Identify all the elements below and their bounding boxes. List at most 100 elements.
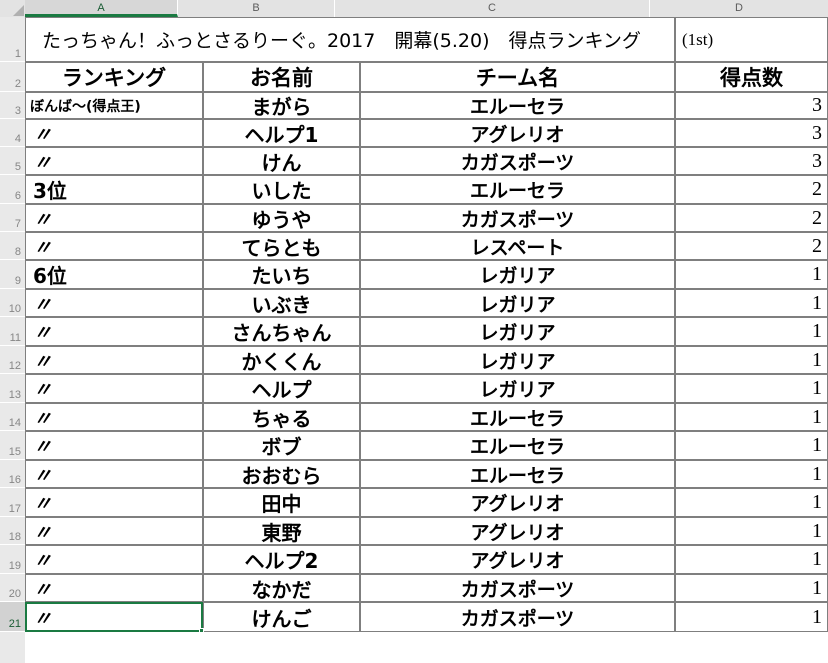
row-header-5[interactable]: 5 — [0, 147, 25, 175]
table-row[interactable]: 2 — [675, 175, 828, 204]
table-row[interactable]: 1 — [675, 289, 828, 317]
table-row[interactable]: 1 — [675, 574, 828, 602]
column-header-b[interactable]: B — [178, 0, 335, 17]
table-row[interactable]: ヘルプ — [203, 374, 360, 403]
table-row[interactable]: 2 — [675, 204, 828, 232]
table-row[interactable]: 3 — [675, 119, 828, 147]
table-row[interactable]: レガリア — [360, 289, 675, 317]
table-row[interactable]: カガスポーツ — [360, 147, 675, 175]
fill-handle[interactable] — [199, 628, 204, 633]
table-row[interactable]: 田中 — [203, 488, 360, 517]
table-row[interactable]: 1 — [675, 260, 828, 289]
table-row[interactable]: レガリア — [360, 260, 675, 289]
row-header-8[interactable]: 8 — [0, 232, 25, 260]
row-header-13[interactable]: 13 — [0, 374, 25, 403]
table-row[interactable]: ぼんば～(得点王) — [25, 92, 203, 119]
table-row[interactable]: 3位 — [25, 175, 203, 204]
spreadsheet-canvas[interactable]: A B C D 1 2 3 4 5 6 7 8 9 10 11 12 13 14… — [0, 0, 828, 663]
table-row[interactable]: カガスポーツ — [360, 602, 675, 632]
table-row[interactable]: 1 — [675, 545, 828, 574]
column-header-c[interactable]: C — [335, 0, 650, 17]
table-row[interactable]: 1 — [675, 346, 828, 374]
table-row[interactable]: 1 — [675, 602, 828, 632]
table-row[interactable]: エルーセラ — [360, 460, 675, 488]
table-row[interactable]: 〃 — [25, 545, 203, 574]
table-row[interactable]: 1 — [675, 517, 828, 545]
table-row[interactable]: 〃 — [25, 317, 203, 346]
row-header-4[interactable]: 4 — [0, 119, 25, 147]
row-header-21[interactable]: 21 — [0, 602, 25, 632]
row-header-18[interactable]: 18 — [0, 517, 25, 545]
row-header-19[interactable]: 19 — [0, 545, 25, 574]
table-row[interactable]: ヘルプ2 — [203, 545, 360, 574]
table-row[interactable]: アグレリオ — [360, 488, 675, 517]
title-note-cell[interactable]: (1st) — [675, 17, 828, 62]
row-header-12[interactable]: 12 — [0, 346, 25, 374]
table-row[interactable]: エルーセラ — [360, 403, 675, 431]
row-header-16[interactable]: 16 — [0, 460, 25, 488]
table-row[interactable]: いした — [203, 175, 360, 204]
table-row[interactable]: カガスポーツ — [360, 574, 675, 602]
table-row[interactable]: たいち — [203, 260, 360, 289]
table-row[interactable]: いぶき — [203, 289, 360, 317]
table-row[interactable]: エルーセラ — [360, 175, 675, 204]
table-row[interactable]: 6位 — [25, 260, 203, 289]
table-row[interactable]: レスペート — [360, 232, 675, 260]
column-header-a[interactable]: A — [25, 0, 178, 17]
row-header-9[interactable]: 9 — [0, 260, 25, 289]
table-row[interactable]: 〃 — [25, 403, 203, 431]
title-cell[interactable]: たっちゃん！ふっとさるりーぐ。2017 開幕(5.20) 得点ランキング — [25, 17, 675, 62]
row-header-14[interactable]: 14 — [0, 403, 25, 431]
table-row[interactable]: なかだ — [203, 574, 360, 602]
table-row[interactable]: 〃 — [25, 119, 203, 147]
table-row[interactable]: 〃 — [25, 289, 203, 317]
row-header-20[interactable]: 20 — [0, 574, 25, 602]
table-row[interactable]: けん — [203, 147, 360, 175]
table-row[interactable]: 〃 — [25, 374, 203, 403]
row-header-17[interactable]: 17 — [0, 488, 25, 517]
table-row[interactable]: エルーセラ — [360, 92, 675, 119]
table-row[interactable]: 〃 — [25, 232, 203, 260]
table-row[interactable]: 〃 — [25, 346, 203, 374]
table-row[interactable]: 〃 — [25, 204, 203, 232]
table-row[interactable]: さんちゃん — [203, 317, 360, 346]
table-row[interactable]: レガリア — [360, 374, 675, 403]
table-row[interactable]: エルーセラ — [360, 431, 675, 460]
table-row[interactable]: 〃 — [25, 574, 203, 602]
table-row[interactable]: おおむら — [203, 460, 360, 488]
table-row[interactable]: 〃 — [25, 602, 203, 632]
row-header-1[interactable]: 1 — [0, 17, 25, 62]
table-row[interactable]: かくくん — [203, 346, 360, 374]
table-row[interactable]: けんご — [203, 602, 360, 632]
row-header-11[interactable]: 11 — [0, 317, 25, 346]
table-row[interactable]: ちゃる — [203, 403, 360, 431]
table-row[interactable]: レガリア — [360, 317, 675, 346]
table-row[interactable]: 〃 — [25, 460, 203, 488]
table-row[interactable]: てらとも — [203, 232, 360, 260]
select-all-corner[interactable] — [0, 0, 25, 17]
table-row[interactable]: 〃 — [25, 488, 203, 517]
table-row[interactable]: まがら — [203, 92, 360, 119]
table-row[interactable]: レガリア — [360, 346, 675, 374]
table-row[interactable]: 東野 — [203, 517, 360, 545]
header-cell-team[interactable]: チーム名 — [360, 62, 675, 92]
table-row[interactable]: 1 — [675, 460, 828, 488]
header-cell-name[interactable]: お名前 — [203, 62, 360, 92]
table-row[interactable]: 1 — [675, 317, 828, 346]
row-header-3[interactable]: 3 — [0, 92, 25, 119]
table-row[interactable]: 1 — [675, 374, 828, 403]
table-row[interactable]: 1 — [675, 403, 828, 431]
table-row[interactable]: ボブ — [203, 431, 360, 460]
table-row[interactable]: 3 — [675, 92, 828, 119]
row-header-2[interactable]: 2 — [0, 62, 25, 92]
row-header-15[interactable]: 15 — [0, 431, 25, 460]
table-row[interactable]: アグレリオ — [360, 119, 675, 147]
table-row[interactable]: 〃 — [25, 147, 203, 175]
table-row[interactable]: 1 — [675, 431, 828, 460]
row-header-10[interactable]: 10 — [0, 289, 25, 317]
table-row[interactable]: 1 — [675, 488, 828, 517]
table-row[interactable]: 2 — [675, 232, 828, 260]
column-header-d[interactable]: D — [650, 0, 828, 17]
header-cell-score[interactable]: 得点数 — [675, 62, 828, 92]
table-row[interactable]: アグレリオ — [360, 545, 675, 574]
